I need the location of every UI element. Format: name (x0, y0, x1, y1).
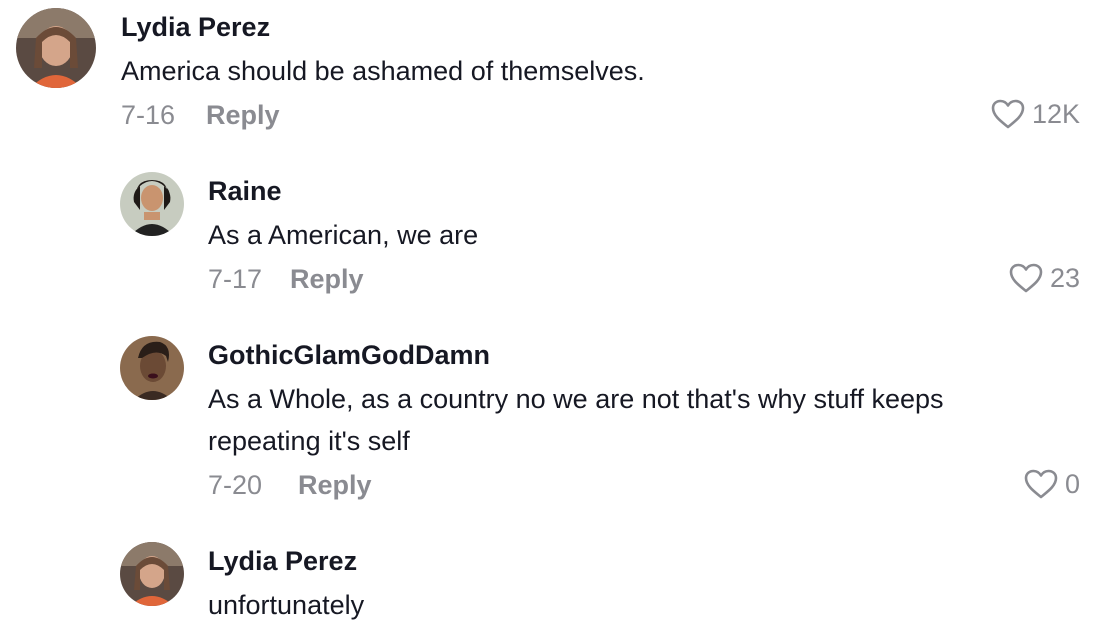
avatar[interactable] (120, 172, 184, 236)
reply-button[interactable]: Reply (298, 470, 372, 501)
comment-date: 7-17 (208, 264, 263, 294)
avatar[interactable] (120, 542, 184, 606)
reply-button[interactable]: Reply (290, 264, 364, 295)
comment-text: unfortunately (208, 590, 365, 620)
comment-username[interactable]: Lydia Perez (121, 12, 270, 43)
reply-button[interactable]: Reply (206, 100, 280, 131)
like-count: 23 (1049, 262, 1080, 293)
comment-username[interactable]: GothicGlamGodDamn (208, 340, 490, 371)
avatar[interactable] (16, 8, 96, 88)
comment-date: 7-20 (208, 470, 263, 500)
comment-username[interactable]: Raine (208, 176, 282, 207)
comment-text: As a American, we are (208, 220, 479, 250)
heart-outline-icon (1024, 469, 1058, 499)
like-button[interactable]: 0 (1023, 468, 1080, 500)
heart-outline-icon (1009, 263, 1043, 293)
comment-username[interactable]: Lydia Perez (208, 546, 357, 577)
avatar[interactable] (120, 336, 184, 400)
like-button[interactable]: 12K (990, 98, 1080, 130)
comment-date: 7-16 (121, 100, 176, 130)
comment-text: As a Whole, as a country no we are not t… (208, 384, 944, 456)
comment-text: America should be ashamed of themselves. (121, 56, 645, 86)
like-count: 0 (1064, 468, 1080, 499)
heart-outline-icon (991, 99, 1025, 129)
like-count: 12K (1031, 98, 1080, 129)
like-button[interactable]: 23 (1008, 262, 1080, 294)
